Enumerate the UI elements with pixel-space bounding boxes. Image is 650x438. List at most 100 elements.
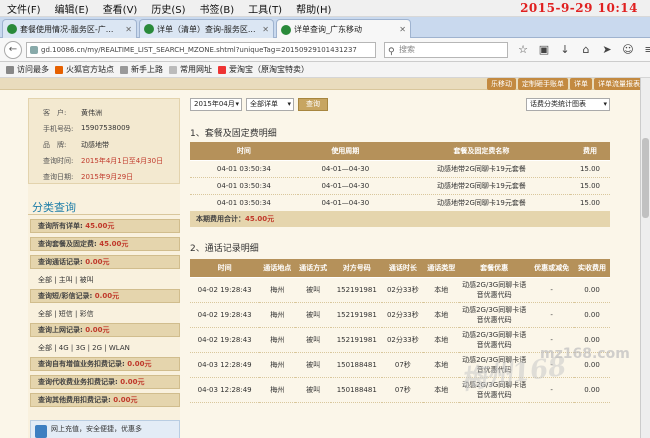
bookmark-common[interactable]: 常用网址 xyxy=(169,64,212,75)
bookmark-label: 爱淘宝（原淘宝特卖） xyxy=(229,65,309,74)
recharge-promo[interactable]: 网上充值，安全便捷，优惠多 xyxy=(30,420,180,438)
table-row: 04-02 19:28:43 梅州 被叫 152191981 02分33秒 本地 动感2G/… xyxy=(190,277,610,303)
promo-text: 网上充值，安全便捷，优惠多 xyxy=(51,425,142,433)
query-label: 查询短/彩信记录: xyxy=(38,292,95,300)
banner-link-4[interactable]: 详单流量报表 xyxy=(594,78,644,90)
cell: 07秒 xyxy=(382,352,424,378)
menu-tools[interactable]: 工具(T) xyxy=(241,1,289,16)
query-agency[interactable]: 查询代收费业务扣费记录: 0.00元 xyxy=(30,375,180,389)
phone-value: 15907538009 xyxy=(81,124,130,132)
cell: 15.00 xyxy=(570,177,610,195)
close-tab-icon[interactable]: ✕ xyxy=(399,25,406,34)
menu-edit[interactable]: 编辑(E) xyxy=(48,1,96,16)
page-banner: 乐移动 定制砸手账单 详单 详单流量报表 xyxy=(0,78,650,90)
site-favicon-icon xyxy=(7,24,17,34)
url-bar[interactable]: gd.10086.cn/my/REALTIME_LIST_SEARCH_MZON… xyxy=(26,42,376,58)
reading-list-icon[interactable]: ▣ xyxy=(537,43,551,57)
site-identity-icon[interactable] xyxy=(30,46,38,54)
cell: 本地 xyxy=(423,327,460,353)
phone-label: 手机号码: xyxy=(43,125,74,133)
query-other[interactable]: 查询其他费用扣费记录: 0.00元 xyxy=(30,393,180,407)
banner-link-2[interactable]: 定制砸手账单 xyxy=(518,78,568,90)
cell: 15.00 xyxy=(570,194,610,212)
bookmark-most-visited[interactable]: 访问最多 xyxy=(6,64,49,75)
chat-icon[interactable]: ☺ xyxy=(621,43,635,57)
cell: 02分33秒 xyxy=(382,277,424,303)
customer-info: 客 户: 黄伟洲 手机号码: 15907538009 品 牌: 动感地带 查询时间: 2… xyxy=(28,98,180,184)
firefox-icon xyxy=(55,65,63,74)
folder-icon xyxy=(6,65,14,74)
cell: 04-03 12:28:49 xyxy=(190,352,260,378)
col-header: 通话方式 xyxy=(295,259,332,278)
net-filter-links[interactable]: 全部 | 4G | 3G | 2G | WLAN xyxy=(38,343,130,353)
menu-view[interactable]: 查看(V) xyxy=(96,1,145,16)
query-sms[interactable]: 查询短/彩信记录: 0.00元 xyxy=(30,289,180,303)
sms-filter-links[interactable]: 全部 | 短信 | 彩信 xyxy=(38,309,94,319)
cell: 152191981 xyxy=(331,327,383,353)
month-select[interactable]: 2015年04月 xyxy=(190,98,242,111)
nav-bar: ← gd.10086.cn/my/REALTIME_LIST_SEARCH_MZ… xyxy=(0,38,650,62)
page-content: 乐移动 定制砸手账单 详单 详单流量报表 客 户: 黄伟洲 手机号码: 159075… xyxy=(0,78,650,438)
download-icon[interactable]: ↓ xyxy=(558,43,572,57)
cell: 04-01 03:50:34 xyxy=(190,177,298,195)
query-net[interactable]: 查询上网记录: 0.00元 xyxy=(30,323,180,337)
bookmark-label: 常用网址 xyxy=(180,65,212,74)
col-header: 优惠或减免 xyxy=(529,259,575,278)
home-icon[interactable]: ⌂ xyxy=(579,43,593,57)
close-tab-icon[interactable]: ✕ xyxy=(262,25,269,34)
back-icon[interactable]: ← xyxy=(4,40,22,59)
cell: 150188481 xyxy=(331,377,383,403)
table-row: 04-02 19:28:43 梅州 被叫 152191981 02分33秒 本地 动感2G/… xyxy=(190,302,610,328)
menu-file[interactable]: 文件(F) xyxy=(0,1,48,16)
col-header: 通话时长 xyxy=(382,259,424,278)
query-value-added[interactable]: 查询自有增值业务扣费记录: 0.00元 xyxy=(30,357,180,371)
toolbar-icons: ☆ ▣ ↓ ⌂ ➤ ☺ ≡ xyxy=(516,43,650,57)
query-label: 查询上网记录: xyxy=(38,326,86,334)
query-button[interactable]: 查询 xyxy=(298,98,328,111)
cell: 被叫 xyxy=(295,352,332,378)
cell: 梅州 xyxy=(259,327,296,353)
banner-link-1[interactable]: 乐移动 xyxy=(487,78,516,90)
send-icon[interactable]: ➤ xyxy=(600,43,614,57)
call-filter-links[interactable]: 全部 | 主叫 | 被叫 xyxy=(38,275,94,285)
query-package[interactable]: 查询套餐及固定费: 45.00元 xyxy=(30,237,180,251)
close-tab-icon[interactable]: ✕ xyxy=(125,25,132,34)
tab-detail-query[interactable]: 详单（清单）查询-服务区... ✕ xyxy=(139,19,274,38)
cell: 04-02 19:28:43 xyxy=(190,327,260,353)
query-call[interactable]: 查询通话记录: 0.00元 xyxy=(30,255,180,269)
menu-bookmarks[interactable]: 书签(B) xyxy=(193,1,242,16)
menu-help[interactable]: 帮助(H) xyxy=(289,1,338,16)
folder-icon xyxy=(169,65,177,74)
bookmark-firefox[interactable]: 火狐官方站点 xyxy=(55,64,114,75)
menu-history[interactable]: 历史(S) xyxy=(144,1,192,16)
package-total: 本期费用合计：45.00元 xyxy=(190,211,610,227)
bookmark-taobao[interactable]: 爱淘宝（原淘宝特卖） xyxy=(218,64,309,75)
bookmark-star-icon[interactable]: ☆ xyxy=(516,43,530,57)
cell: 梅州 xyxy=(259,377,296,403)
bookmark-getting-started[interactable]: 新手上路 xyxy=(120,64,163,75)
cell: 07秒 xyxy=(382,377,424,403)
search-placeholder: 搜索 xyxy=(399,45,415,54)
type-select[interactable]: 全部详单 xyxy=(246,98,294,111)
cell: 152191981 xyxy=(331,302,383,328)
cell: 0.00 xyxy=(574,377,610,403)
query-label: 查询代收费业务扣费记录: xyxy=(38,378,121,386)
query-amount: 0.00元 xyxy=(113,396,138,404)
banner-link-3[interactable]: 详单 xyxy=(570,78,592,90)
query-label: 查询套餐及固定费: xyxy=(38,240,100,248)
query-all-detail[interactable]: 查询所有详单: 45.00元 xyxy=(30,219,180,233)
scrollbar-thumb[interactable] xyxy=(642,138,649,218)
tab-active-detail[interactable]: 详单查询_广东移动 ✕ xyxy=(276,19,411,39)
search-box[interactable]: ⚲ 搜索 xyxy=(384,42,508,58)
watermark-url: mz168.com xyxy=(540,346,630,362)
cell: 动感2G/3G同聊卡语音优惠代码 xyxy=(459,327,530,353)
chart-select[interactable]: 话费分类统计图表 xyxy=(526,98,610,111)
query-amount: 45.00元 xyxy=(85,222,115,230)
query-label: 查询通话记录: xyxy=(38,258,86,266)
period-value: 2015年4月1日至4月30日 xyxy=(81,157,164,165)
tab-package-usage[interactable]: 套餐使用情况-服务区-广... ✕ xyxy=(2,19,137,38)
col-header: 费用 xyxy=(570,142,610,161)
col-header: 时间 xyxy=(190,259,260,278)
menu-icon[interactable]: ≡ xyxy=(642,43,650,57)
page-scrollbar[interactable] xyxy=(640,78,650,438)
